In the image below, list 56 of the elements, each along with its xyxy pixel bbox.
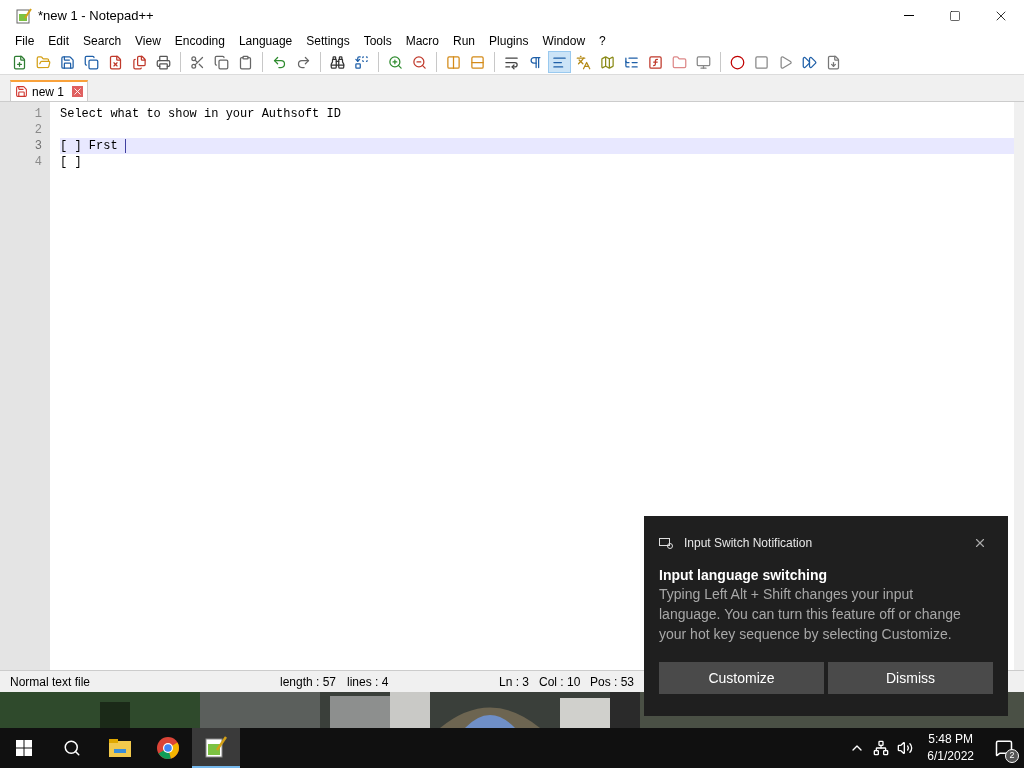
column-status: Col : 10: [539, 673, 582, 691]
menu-item[interactable]: File: [8, 31, 42, 50]
line-status: Ln : 3: [499, 673, 531, 691]
windows-logo-icon: [16, 740, 32, 756]
minimize-icon: [904, 15, 914, 16]
menu-item[interactable]: Settings: [299, 31, 357, 50]
menu-item[interactable]: Run: [446, 31, 483, 50]
code-line: [ ] Frst: [60, 138, 119, 155]
notification-count: 2: [1005, 749, 1019, 763]
clock-time[interactable]: 5:48 PM: [928, 731, 973, 748]
notification-title: Input language switching: [659, 566, 828, 584]
chrome-icon: [157, 737, 179, 759]
line-number: 1: [34, 106, 42, 123]
menu-item[interactable]: Plugins: [482, 31, 536, 50]
position-status: Pos : 53: [590, 673, 635, 691]
close-icon: [973, 536, 987, 550]
text-cursor: [124, 139, 126, 153]
line-number: 3: [34, 138, 42, 155]
folder-icon: [109, 739, 131, 757]
notification-action[interactable]: Dismiss: [828, 662, 993, 694]
menu-item[interactable]: View: [128, 31, 168, 50]
maximize-icon: [949, 9, 961, 22]
menu-item[interactable]: Window: [535, 31, 593, 50]
notification-action[interactable]: Customize: [659, 662, 824, 694]
window-title: *new 1 - Notepad++: [38, 6, 154, 25]
menu-item[interactable]: Edit: [41, 31, 77, 50]
menu-item[interactable]: Tools: [356, 31, 399, 50]
vertical-scrollbar[interactable]: [1014, 102, 1024, 670]
network-icon[interactable]: [873, 740, 890, 756]
clock-date[interactable]: 6/1/2022: [927, 748, 974, 765]
line-number: 4: [34, 154, 42, 171]
close-icon[interactable]: [72, 86, 84, 97]
length-status: length : 57: [280, 673, 338, 691]
code-line: Select what to show in your Authsoft ID: [60, 106, 341, 123]
keyboard-icon: [659, 537, 673, 549]
menu-item[interactable]: Encoding: [167, 31, 232, 50]
menu-item[interactable]: ?: [592, 31, 613, 50]
file-tab[interactable]: new 1: [10, 80, 89, 101]
action-center-button[interactable]: 2: [984, 728, 1024, 768]
message-icon: [995, 739, 1013, 757]
menu-item[interactable]: Macro: [398, 31, 446, 50]
menu-item[interactable]: Language: [231, 31, 300, 50]
notification-app-name: Input Switch Notification: [684, 535, 813, 552]
indent-guide-icon[interactable]: [548, 51, 571, 73]
taskbar-app[interactable]: [192, 728, 240, 768]
close-button[interactable]: [973, 536, 987, 550]
line-number: 2: [34, 122, 42, 139]
notepad-icon: [16, 7, 32, 24]
notification-message: Typing Left Alt + Shift changes your input language. You can turn this feature off or change your hot key sequence by selecting Customize.: [659, 585, 962, 644]
lines-status: lines : 4: [347, 673, 390, 691]
speaker-icon[interactable]: [897, 740, 914, 756]
menu-item[interactable]: Search: [76, 31, 129, 50]
search-icon: [63, 739, 81, 757]
notepad-icon: [205, 736, 227, 758]
file-type: Normal text file: [10, 673, 92, 691]
code-line: [ ]: [60, 154, 82, 171]
